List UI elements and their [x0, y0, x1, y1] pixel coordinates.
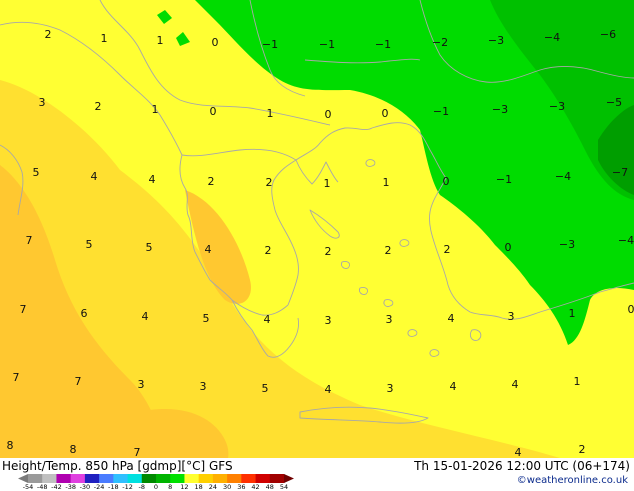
colorbar-swatch [85, 474, 100, 483]
temperature-value-label: 1 [101, 32, 108, 45]
temperature-value-label: 2 [325, 245, 332, 258]
temperature-value-label: 2 [444, 243, 451, 256]
temperature-value-label: −1 [496, 173, 512, 186]
temperature-value-label: 5 [86, 238, 93, 251]
temperature-value-label: 0 [210, 105, 217, 118]
map-footer: Height/Temp. 850 hPa [gdmp][°C] GFS Th 1… [0, 458, 634, 490]
weather-map-screen: 2 1 1 0 −1 −1 −1 −2 −3 −4 −6 3 2 1 0 1 0 0 −1 −3 −3 −5 5 4 4 2 2 1 1… [0, 0, 634, 490]
temperature-value-label: 1 [157, 34, 164, 47]
forecast-datetime: Th 15-01-2026 12:00 UTC (06+174) [414, 459, 630, 473]
temperature-colorbar [18, 474, 294, 483]
temperature-value-label: 5 [262, 382, 269, 395]
colorbar-swatch [270, 474, 285, 483]
colorbar-swatch [56, 474, 71, 483]
colorbar-swatch [28, 474, 43, 483]
temperature-value-label: 5 [146, 241, 153, 254]
temperature-value-label: 4 [149, 173, 156, 186]
temperature-value-label: 1 [324, 177, 331, 190]
temperature-value-label: −3 [549, 100, 565, 113]
colorbar-arrow-left [18, 474, 28, 483]
temperature-value-label: 5 [33, 166, 40, 179]
colorbar-swatch [71, 474, 86, 483]
temperature-value-label: 2 [385, 244, 392, 257]
temperature-value-label: −1 [433, 105, 449, 118]
temperature-map: 2 1 1 0 −1 −1 −1 −2 −3 −4 −6 3 2 1 0 1 0 0 −1 −3 −3 −5 5 4 4 2 2 1 1… [0, 0, 634, 458]
temperature-value-label: 4 [264, 313, 271, 326]
temperature-value-label: 7 [75, 375, 82, 388]
colorbar-swatch [156, 474, 171, 483]
temperature-value-label: 3 [200, 380, 207, 393]
temperature-value-label: 4 [448, 312, 455, 325]
temperature-value-label: 7 [134, 446, 141, 458]
temperature-value-label: 3 [386, 313, 393, 326]
temperature-value-label: 1 [574, 375, 581, 388]
temperature-fill-layer [0, 0, 634, 458]
colorbar-swatch [213, 474, 228, 483]
temperature-value-label: 6 [81, 307, 88, 320]
temperature-value-label: 7 [13, 371, 20, 384]
temperature-value-label: 8 [70, 443, 77, 456]
site-credit[interactable]: ©weatheronline.co.uk [517, 475, 628, 486]
temperature-value-label: 3 [387, 382, 394, 395]
temperature-value-label: −3 [559, 238, 575, 251]
colorbar-swatch [256, 474, 271, 483]
temperature-value-label: 1 [569, 307, 576, 320]
temperature-value-label: −2 [432, 36, 448, 49]
temperature-value-label: 4 [205, 243, 212, 256]
temperature-value-label: −6 [600, 28, 616, 41]
colorbar-swatch [99, 474, 114, 483]
colorbar-swatch [128, 474, 143, 483]
temperature-value-label: 0 [443, 175, 450, 188]
temperature-value-label: 7 [26, 234, 33, 247]
colorbar-swatch [170, 474, 185, 483]
temperature-value-label: −7 [612, 166, 628, 179]
temperature-value-label: 4 [515, 446, 522, 458]
temperature-value-label: 1 [267, 107, 274, 120]
temperature-value-label: 2 [265, 244, 272, 257]
colorbar-swatch [199, 474, 214, 483]
temperature-value-label: 4 [325, 383, 332, 396]
colorbar-swatch [142, 474, 157, 483]
temperature-value-label: 3 [508, 310, 515, 323]
temperature-value-label: 2 [95, 100, 102, 113]
temperature-value-label: 5 [203, 312, 210, 325]
temperature-value-label: 2 [579, 443, 586, 456]
temperature-value-label: 8 [7, 439, 14, 452]
temperature-value-label: 3 [325, 314, 332, 327]
colorbar-swatch [42, 474, 57, 483]
temperature-value-label: 0 [382, 107, 389, 120]
map-title: Height/Temp. 850 hPa [gdmp][°C] GFS [2, 459, 233, 473]
temperature-value-label: 2 [45, 28, 52, 41]
colorbar-swatch [227, 474, 242, 483]
temperature-value-label: −1 [319, 38, 335, 51]
temperature-value-label: 1 [152, 103, 159, 116]
colorbar-arrow-right [284, 474, 294, 483]
temperature-value-label: −4 [555, 170, 571, 183]
temperature-value-label: 0 [628, 303, 634, 316]
temperature-value-label: 0 [325, 108, 332, 121]
temperature-value-label: −5 [606, 96, 622, 109]
temperature-value-label: −4 [544, 31, 560, 44]
temperature-value-label: 0 [505, 241, 512, 254]
colorbar-swatch [241, 474, 256, 483]
temperature-value-label: −1 [262, 38, 278, 51]
temperature-value-label: 4 [91, 170, 98, 183]
temperature-value-label: −4 [618, 234, 634, 247]
temperature-value-label: −1 [375, 38, 391, 51]
colorbar-swatch [113, 474, 128, 483]
temperature-value-label: −3 [488, 34, 504, 47]
temperature-value-label: 4 [142, 310, 149, 323]
temperature-value-label: 0 [212, 36, 219, 49]
temperature-value-label: −3 [492, 103, 508, 116]
temperature-value-label: 2 [266, 176, 273, 189]
temperature-value-label: 4 [450, 380, 457, 393]
temperature-value-label: 3 [39, 96, 46, 109]
temperature-value-label: 1 [383, 176, 390, 189]
temperature-value-label: 7 [20, 303, 27, 316]
temperature-value-label: 3 [138, 378, 145, 391]
temperature-value-label: 2 [208, 175, 215, 188]
temperature-value-label: 4 [512, 378, 519, 391]
colorbar-swatch [184, 474, 199, 483]
